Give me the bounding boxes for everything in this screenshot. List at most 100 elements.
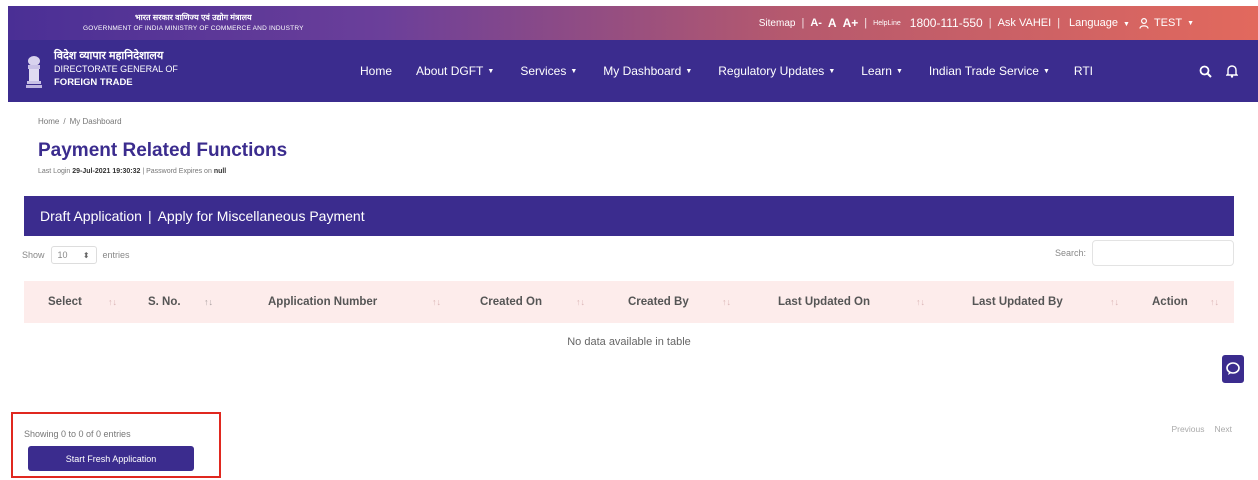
last-login-label: Last Login [38, 168, 71, 175]
last-login-value: 29-Jul-2021 19:30:32 [72, 168, 141, 175]
column-label: Application Number [268, 296, 378, 308]
nav-services[interactable]: Services ▼ [520, 64, 577, 78]
nav-rti[interactable]: RTI [1074, 64, 1093, 78]
ask-link[interactable]: Ask VAHEI [998, 17, 1052, 29]
government-label-hindi: भारत सरकार वाणिज्य एवं उद्योग मंत्रालय [135, 13, 252, 22]
sort-icon: ↑↓ [108, 297, 117, 307]
caret-down-icon: ▼ [570, 67, 578, 75]
nav-regulatory-updates[interactable]: Regulatory Updates ▼ [718, 64, 835, 78]
nav-about-dgft[interactable]: About DGFT ▼ [416, 64, 494, 78]
last-login-info: Last Login 29-Jul-2021 19:30:32 | Passwo… [38, 168, 226, 175]
national-emblem-icon [26, 56, 42, 88]
highlight-box [11, 412, 221, 478]
user-name: TEST [1153, 17, 1183, 29]
sort-ascending-icon: ↑↓ [204, 297, 213, 307]
column-label: Action [1152, 296, 1188, 308]
entries-label: entries [102, 250, 130, 260]
draft-application-tab[interactable]: Draft Application [40, 208, 142, 224]
pagination: Previous Next [1171, 424, 1232, 434]
divider: | [988, 17, 992, 29]
sort-icon: ↑↓ [1210, 297, 1219, 307]
table-empty-message: No data available in table [567, 336, 691, 348]
nav-indian-trade-service[interactable]: Indian Trade Service ▼ [929, 64, 1050, 78]
nav-my-dashboard[interactable]: My Dashboard ▼ [603, 64, 692, 78]
misc-payment-tab[interactable]: Apply for Miscellaneous Payment [158, 208, 365, 224]
column-label: Created On [480, 296, 542, 308]
nav-learn[interactable]: Learn ▼ [861, 64, 903, 78]
panel-header: Draft Application | Apply for Miscellane… [24, 196, 1234, 236]
sort-icon: ↑↓ [432, 297, 441, 307]
caret-down-icon: ▼ [1187, 19, 1194, 27]
sort-icon: ↑↓ [722, 297, 731, 307]
nav-services-label: Services [520, 64, 567, 78]
search-label: Search: [1054, 248, 1086, 258]
column-label: Last Updated On [778, 296, 871, 308]
nav-dashboard-label: My Dashboard [603, 64, 682, 78]
helpline-label: HelpLine [873, 19, 901, 27]
column-action[interactable]: Action ↑↓ [1152, 281, 1219, 323]
table-search: Search: [1055, 240, 1234, 266]
breadcrumb-current: My Dashboard [69, 117, 122, 126]
font-increase-button[interactable]: A+ [843, 16, 859, 30]
column-application-number[interactable]: Application Number ↑↓ [268, 281, 441, 323]
column-label: Created By [628, 296, 689, 308]
column-created-by[interactable]: Created By ↑↓ [628, 281, 731, 323]
font-decrease-button[interactable]: A- [810, 17, 822, 29]
divider: | [1057, 17, 1061, 29]
utility-links: Sitemap | A- A A+ | HelpLine 1800-111-55… [756, 6, 1200, 40]
show-label: Show [22, 250, 45, 260]
entries-select-value: 10 [57, 250, 68, 260]
helpline-number[interactable]: 1800-111-550 [910, 16, 983, 30]
password-expiry-label: Password Expires on [146, 168, 212, 175]
sort-icon: ↑↓ [1110, 297, 1119, 307]
government-label-english: GOVERNMENT OF INDIA MINISTRY OF COMMERCE… [83, 25, 304, 32]
language-label: Language [1069, 17, 1118, 29]
nav-learn-label: Learn [861, 64, 892, 78]
next-page-button[interactable]: Next [1215, 424, 1232, 434]
nav-menu: Home About DGFT ▼ Services ▼ My Dashboard ▼… [360, 40, 1093, 102]
breadcrumb-home[interactable]: Home [38, 117, 59, 126]
chat-bubble-icon [1226, 362, 1240, 375]
column-label: Last Updated By [972, 296, 1063, 308]
nav-its-label: Indian Trade Service [928, 64, 1039, 78]
language-dropdown[interactable]: Language ▼ [1066, 17, 1133, 29]
nav-home[interactable]: Home [360, 64, 392, 78]
search-input[interactable] [1092, 240, 1234, 266]
brand-line-1: DIRECTORATE GENERAL OF [54, 64, 178, 74]
caret-down-icon: ▼ [1123, 21, 1130, 28]
divider: | [801, 17, 805, 29]
search-icon[interactable] [1199, 65, 1212, 78]
brand-hindi: विदेश व्यापार महानिदेशालय [54, 50, 164, 62]
sort-icon: ↑↓ [576, 297, 585, 307]
nav-regulatory-label: Regulatory Updates [718, 64, 825, 78]
column-select[interactable]: Select ↑↓ [48, 281, 117, 323]
font-normal-button[interactable]: A [828, 16, 837, 30]
divider: | [147, 208, 152, 224]
previous-page-button[interactable]: Previous [1171, 424, 1204, 434]
entries-select[interactable]: 10 ⬍ [50, 246, 97, 264]
sitemap-link[interactable]: Sitemap [759, 18, 796, 29]
caret-down-icon: ▼ [1042, 67, 1050, 75]
nav-icon-group [1199, 40, 1238, 102]
chat-button[interactable] [1222, 355, 1244, 383]
brand-line-2: FOREIGN TRADE [54, 77, 133, 88]
government-label: भारत सरकार वाणिज्य एवं उद्योग मंत्रालय G… [83, 12, 304, 34]
divider: | [864, 17, 868, 29]
user-menu[interactable]: TEST ▼ [1139, 17, 1197, 29]
nav-home-label: Home [360, 64, 393, 78]
caret-down-icon: ▼ [828, 67, 836, 75]
user-icon [1139, 17, 1149, 29]
column-serial-number[interactable]: S. No. ↑↓ [148, 281, 213, 323]
caret-down-icon: ▼ [685, 67, 693, 75]
bell-icon[interactable] [1226, 64, 1238, 78]
column-label: S. No. [148, 296, 181, 308]
column-last-updated-by[interactable]: Last Updated By ↑↓ [972, 281, 1119, 323]
column-label: Select [48, 296, 82, 308]
dgft-logo[interactable]: विदेश व्यापार महानिदेशालय DIRECTORATE GE… [54, 50, 178, 89]
nav-rti-label: RTI [1073, 64, 1094, 78]
sort-icon: ↑↓ [916, 297, 925, 307]
column-created-on[interactable]: Created On ↑↓ [480, 281, 585, 323]
caret-down-icon: ▼ [487, 67, 495, 75]
column-last-updated-on[interactable]: Last Updated On ↑↓ [778, 281, 925, 323]
select-arrows-icon: ⬍ [82, 250, 90, 260]
